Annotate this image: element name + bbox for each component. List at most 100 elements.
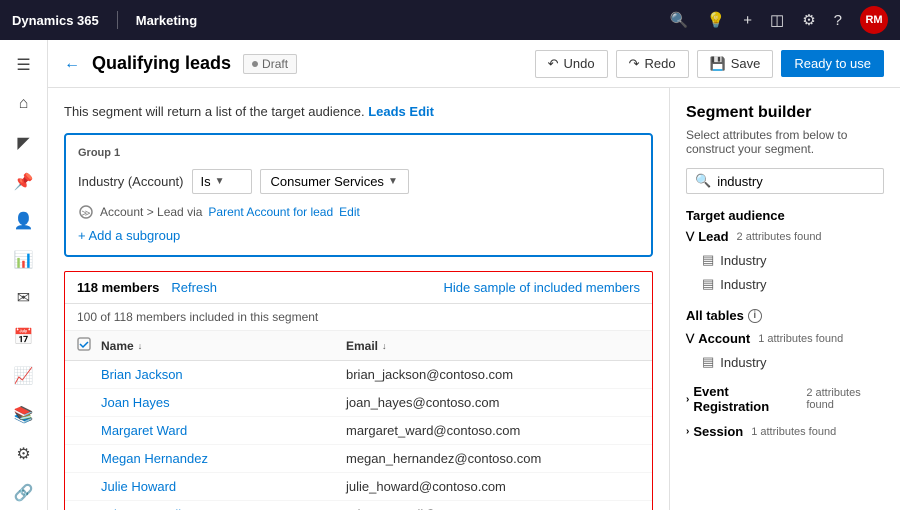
top-navigation: Dynamics 365 Marketing 🔍 💡 + ◫ ⚙ ? RM [0, 0, 900, 40]
attribute-search-input[interactable] [717, 174, 893, 189]
sidebar-item-recent[interactable]: ◤ [4, 126, 44, 161]
sidebar-item-reports[interactable]: 📈 [4, 359, 44, 394]
row-name-2[interactable]: Margaret Ward [101, 423, 346, 438]
refresh-button[interactable]: Refresh [171, 280, 217, 295]
path-link[interactable]: Parent Account for lead [208, 205, 333, 219]
lightbulb-icon[interactable]: 💡 [707, 11, 726, 29]
filter-icon[interactable]: ◫ [770, 11, 784, 29]
table-row: Margaret Ward margaret_ward@contoso.com [65, 417, 652, 445]
sidebar-item-events[interactable]: 📅 [4, 320, 44, 355]
event-reg-label: Event Registration [693, 384, 798, 414]
session-group-header[interactable]: › Session 1 attributes found [686, 424, 884, 439]
sidebar-item-menu[interactable]: ☰ [4, 48, 44, 83]
session-count: 1 attributes found [751, 426, 836, 438]
account-industry-attr[interactable]: ▤ Industry [686, 350, 884, 374]
group-box: Group 1 Industry (Account) Is ▼ Consumer… [64, 133, 653, 257]
plus-icon[interactable]: + [743, 12, 752, 29]
chevron-right-session: › [686, 426, 689, 437]
top-nav-icons: 🔍 💡 + ◫ ⚙ ? RM [670, 6, 888, 34]
lead-group-header[interactable]: ⋁ Lead 2 attributes found [686, 229, 884, 244]
table-icon-3: ▤ [702, 354, 714, 370]
sidebar-item-marketing[interactable]: 📊 [4, 242, 44, 277]
row-name-1[interactable]: Joan Hayes [101, 395, 346, 410]
row-email-0: brian_jackson@contoso.com [346, 367, 640, 382]
account-group-count: 1 attributes found [758, 333, 843, 345]
sidebar-item-home[interactable]: ⌂ [4, 87, 44, 122]
row-email-2: margaret_ward@contoso.com [346, 423, 640, 438]
save-button[interactable]: 💾 Save [697, 50, 774, 78]
account-industry-label: Industry [720, 355, 766, 370]
right-panel: Segment builder Select attributes from b… [670, 88, 900, 510]
ready-to-use-button[interactable]: Ready to use [781, 50, 884, 77]
all-tables-section: All tables i ⋁ Account 1 attributes foun… [686, 308, 884, 439]
search-icon[interactable]: 🔍 [670, 11, 689, 29]
table-row: Julie Howard julie_howard@contoso.com [65, 473, 652, 501]
draft-dot [252, 61, 258, 67]
filter-value-dropdown[interactable]: Consumer Services ▼ [260, 169, 409, 194]
panel-title: Segment builder [686, 104, 884, 122]
add-subgroup-button[interactable]: + Add a subgroup [78, 228, 639, 243]
lead-industry-attr-2[interactable]: ▤ Industry [686, 272, 884, 296]
table-row: Joan Hayes joan_hayes@contoso.com [65, 389, 652, 417]
table-icon-2: ▤ [702, 276, 714, 292]
info-icon[interactable]: i [748, 309, 762, 323]
session-group: › Session 1 attributes found [686, 424, 884, 439]
draft-label: Draft [262, 57, 288, 71]
command-bar: ← Qualifying leads Draft ↶ Undo ↷ Redo 💾… [48, 40, 900, 88]
chevron-right-event: › [686, 394, 689, 405]
hide-members-button[interactable]: Hide sample of included members [443, 280, 640, 295]
row-email-4: julie_howard@contoso.com [346, 479, 640, 494]
table-icon-1: ▤ [702, 252, 714, 268]
account-group-header[interactable]: ⋁ Account 1 attributes found [686, 331, 884, 346]
group-label: Group 1 [78, 147, 639, 159]
back-button[interactable]: ← [64, 55, 80, 73]
desc-leads-link[interactable]: Leads [368, 104, 406, 119]
main-layout: ☰ ⌂ ◤ 📌 👤 📊 ✉ 📅 📈 📚 ⚙ 🔗 ← Qualifying lea… [0, 40, 900, 510]
table-header: Name ↓ Email ↓ [65, 331, 652, 361]
help-icon[interactable]: ? [834, 12, 842, 29]
row-name-4[interactable]: Julie Howard [101, 479, 346, 494]
members-section: 118 members Refresh Hide sample of inclu… [64, 271, 653, 510]
all-tables-label: All tables i [686, 308, 884, 323]
desc-edit-link[interactable]: Edit [409, 104, 434, 119]
filter-field: Industry (Account) [78, 174, 184, 189]
sort-email-icon: ↓ [382, 341, 387, 351]
path-edit[interactable]: Edit [339, 205, 360, 219]
page-content: This segment will return a list of the t… [48, 88, 900, 510]
sidebar-item-integrations[interactable]: 🔗 [4, 475, 44, 510]
filter-operator-dropdown[interactable]: Is ▼ [192, 169, 252, 194]
row-name-0[interactable]: Brian Jackson [101, 367, 346, 382]
row-name-3[interactable]: Megan Hernandez [101, 451, 346, 466]
members-info: 100 of 118 members included in this segm… [65, 304, 652, 331]
chevron-down-icon-2: ▼ [388, 176, 398, 187]
redo-icon: ↷ [629, 56, 640, 72]
chevron-down-icon: ▼ [215, 176, 225, 187]
sidebar-item-email[interactable]: ✉ [4, 281, 44, 316]
target-audience-label: Target audience [686, 208, 884, 223]
filter-val-text: Consumer Services [271, 174, 384, 189]
members-header: 118 members Refresh Hide sample of inclu… [65, 272, 652, 304]
attribute-search-box[interactable]: 🔍 ✕ [686, 168, 884, 194]
avatar[interactable]: RM [860, 6, 888, 34]
redo-button[interactable]: ↷ Redo [616, 50, 689, 78]
col-name-header[interactable]: Name ↓ [101, 339, 346, 353]
lead-industry-label-1: Industry [720, 253, 766, 268]
col-email-header[interactable]: Email ↓ [346, 339, 640, 353]
main-section: This segment will return a list of the t… [48, 88, 670, 510]
sidebar-item-settings[interactable]: ⚙ [4, 436, 44, 471]
lead-industry-attr-1[interactable]: ▤ Industry [686, 248, 884, 272]
settings-icon[interactable]: ⚙ [802, 11, 815, 29]
ready-label: Ready to use [794, 56, 871, 71]
event-reg-group-header[interactable]: › Event Registration 2 attributes found [686, 384, 884, 414]
table-row: Brian Jackson brian_jackson@contoso.com [65, 361, 652, 389]
sidebar-item-contacts[interactable]: 👤 [4, 203, 44, 238]
lead-industry-label-2: Industry [720, 277, 766, 292]
undo-button[interactable]: ↶ Undo [535, 50, 608, 78]
lead-group: ⋁ Lead 2 attributes found ▤ Industry ▤ I… [686, 229, 884, 296]
module-name: Marketing [136, 13, 197, 28]
sidebar-item-pin[interactable]: 📌 [4, 164, 44, 199]
row-email-1: joan_hayes@contoso.com [346, 395, 640, 410]
sidebar-item-library[interactable]: 📚 [4, 397, 44, 432]
undo-label: Undo [564, 56, 595, 71]
segment-description: This segment will return a list of the t… [64, 104, 653, 119]
